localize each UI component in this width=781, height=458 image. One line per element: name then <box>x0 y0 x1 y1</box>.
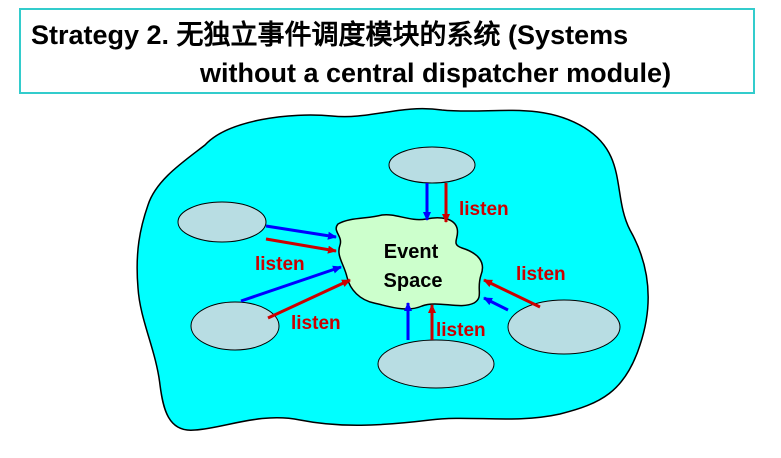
listen-label-upper-left: listen <box>255 254 305 275</box>
component-node-lower-left <box>190 301 280 351</box>
component-node-bottom <box>377 339 495 389</box>
component-node-upper-left <box>177 201 267 243</box>
listen-label-top: listen <box>459 199 509 220</box>
listen-label-lower-left: listen <box>291 313 341 334</box>
component-node-right <box>507 299 621 355</box>
event-diagram: Event Space listen listen listen listen … <box>136 107 649 431</box>
listen-label-right: listen <box>516 264 566 285</box>
event-space-label-line1: Event <box>384 241 439 263</box>
listen-label-bottom: listen <box>436 320 486 341</box>
component-node-top <box>388 146 476 184</box>
event-space-label-line2: Space <box>384 270 443 292</box>
